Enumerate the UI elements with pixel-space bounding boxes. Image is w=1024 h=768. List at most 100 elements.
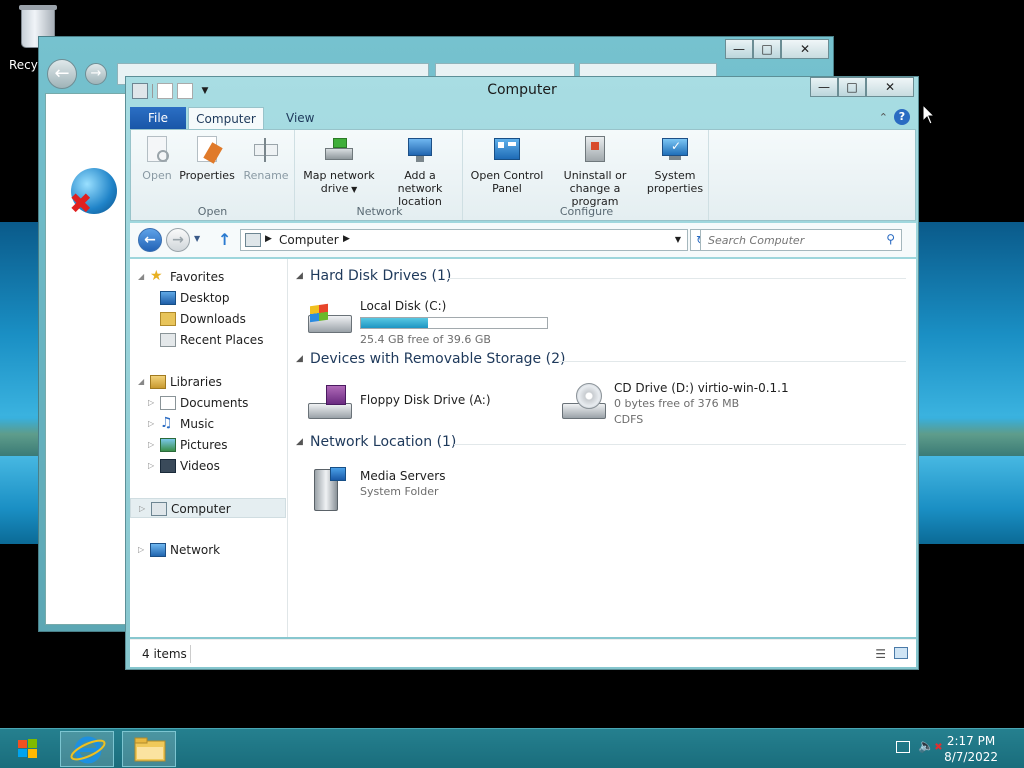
start-button[interactable] [4, 731, 52, 767]
drive-name: CD Drive (D:) virtio-win-0.1.1 [614, 381, 789, 395]
nav-item-downloads[interactable]: Downloads [130, 309, 286, 329]
nav-item-network[interactable]: ▷ Network [130, 540, 286, 560]
collapse-group-icon[interactable]: ◢ [296, 354, 303, 364]
nav-item-computer[interactable]: ▷ Computer [130, 498, 286, 518]
nav-item-music[interactable]: ▷ ♫ Music [130, 414, 286, 434]
drive-local-disk-c[interactable]: Local Disk (C:) 25.4 GB free of 39.6 GB [306, 297, 566, 357]
ribbon-group-network: Map network drive ▼ Add a network locati… [297, 130, 463, 220]
system-properties-button[interactable]: ✓ System properties [645, 134, 705, 195]
drive-free-space: 25.4 GB free of 39.6 GB [360, 333, 491, 346]
up-arrow-icon[interactable]: ↑ [218, 230, 231, 249]
nav-item-pictures[interactable]: ▷ Pictures [130, 435, 286, 455]
rename-button[interactable]: Rename [243, 134, 289, 182]
forward-button[interactable]: → [166, 228, 190, 252]
nav-item-videos[interactable]: ▷ Videos [130, 456, 286, 476]
system-clock[interactable]: 2:17 PM 8/7/2022 [944, 733, 998, 765]
disk-usage-fill [361, 318, 428, 328]
breadcrumb-separator-icon[interactable]: ▶ [265, 234, 272, 244]
mouse-cursor-icon [922, 104, 936, 125]
map-network-drive-button[interactable]: Map network drive ▼ [303, 134, 375, 196]
search-icon[interactable]: ⚲ [886, 232, 895, 246]
file-explorer-icon [134, 737, 166, 762]
collapse-group-icon[interactable]: ◢ [296, 437, 303, 447]
details-view-icon[interactable]: ☰ [875, 647, 886, 661]
help-icon[interactable]: ? [894, 109, 910, 125]
taskbar-internet-explorer[interactable] [60, 731, 114, 767]
ribbon-group-label-configure: Configure [559, 205, 614, 218]
collapse-group-icon[interactable]: ◢ [296, 271, 303, 281]
folder-type: System Folder [360, 485, 439, 498]
properties-icon [191, 134, 223, 166]
large-icons-view-icon[interactable] [894, 647, 908, 659]
ribbon: Open Properties Rename Open Map network … [130, 129, 916, 221]
group-header-hard-disk-drives[interactable]: ◢ Hard Disk Drives (1) [288, 267, 906, 289]
network-drive-icon [323, 134, 355, 166]
ribbon-controls: ⌃ ? [879, 109, 910, 125]
videos-icon [160, 459, 176, 473]
tab-view[interactable]: View [274, 107, 326, 129]
collapse-arrow-icon[interactable]: ▷ [148, 456, 158, 476]
minimize-button[interactable]: — [810, 77, 838, 97]
drive-floppy-a[interactable]: Floppy Disk Drive (A:) [306, 379, 546, 439]
network-status-icon[interactable] [896, 741, 910, 753]
back-button[interactable]: ← [138, 228, 162, 252]
taskbar: 🔈✖ 2:17 PM 8/7/2022 [0, 728, 1024, 768]
breadcrumb-chevron-icon[interactable]: ▶ [343, 234, 350, 244]
maximize-button[interactable]: □ [838, 77, 866, 97]
folder-name: Media Servers [360, 469, 446, 483]
recent-locations-dropdown-icon[interactable]: ▼ [194, 234, 200, 243]
back-arrow-icon[interactable]: ← [47, 59, 77, 89]
breadcrumb-computer[interactable]: Computer [279, 233, 339, 247]
address-dropdown-icon[interactable]: ▼ [675, 235, 681, 244]
collapse-arrow-icon[interactable]: ▷ [148, 435, 158, 455]
search-input[interactable] [701, 230, 871, 250]
search-box[interactable]: ⚲ [700, 229, 902, 251]
nav-item-libraries[interactable]: ◢ Libraries [130, 372, 286, 392]
collapse-arrow-icon[interactable]: ▷ [148, 393, 158, 413]
clock-time: 2:17 PM [946, 734, 996, 748]
control-panel-icon [491, 134, 523, 166]
uninstall-program-button[interactable]: Uninstall or change a program [547, 134, 643, 208]
system-monitor-icon: ✓ [659, 134, 691, 166]
cd-drive-icon [560, 383, 608, 423]
media-servers-folder[interactable]: Media Servers System Folder [306, 463, 506, 523]
collapse-arrow-icon[interactable]: ▷ [139, 499, 149, 519]
expand-arrow-icon[interactable]: ◢ [138, 267, 148, 287]
background-window-caption-buttons: — □ ✕ [725, 39, 829, 59]
group-header-network-location[interactable]: ◢ Network Location (1) [288, 433, 906, 455]
close-button[interactable]: ✕ [781, 39, 829, 59]
properties-button[interactable]: Properties [179, 134, 235, 182]
expand-arrow-icon[interactable]: ◢ [138, 372, 148, 392]
nav-item-documents[interactable]: ▷ Documents [130, 393, 286, 413]
address-bar[interactable]: ▶ Computer ▶ ▼ [240, 229, 688, 251]
taskbar-file-explorer[interactable] [122, 731, 176, 767]
status-bar: 4 items ☰ [130, 639, 916, 667]
programs-icon [579, 134, 611, 166]
nav-item-recent-places[interactable]: Recent Places [130, 330, 286, 350]
chevron-up-icon[interactable]: ⌃ [879, 111, 888, 124]
tab-file[interactable]: File [130, 107, 186, 129]
add-network-location-button[interactable]: Add a network location [381, 134, 459, 208]
ribbon-tab-bar: File Computer View ⌃ ? [130, 107, 916, 129]
drive-cd-d[interactable]: CD Drive (D:) virtio-win-0.1.1 0 bytes f… [560, 379, 820, 439]
close-button[interactable]: ✕ [866, 77, 914, 97]
hard-drive-icon [306, 301, 354, 341]
group-header-removable-storage[interactable]: ◢ Devices with Removable Storage (2) [288, 350, 906, 372]
collapse-arrow-icon[interactable]: ▷ [138, 540, 148, 560]
forward-arrow-icon[interactable]: → [85, 63, 107, 85]
ribbon-group-configure: Open Control Panel Uninstall or change a… [465, 130, 709, 220]
collapse-arrow-icon[interactable]: ▷ [148, 414, 158, 434]
drive-name: Floppy Disk Drive (A:) [360, 393, 491, 407]
minimize-button[interactable]: — [725, 39, 753, 59]
maximize-button[interactable]: □ [753, 39, 781, 59]
volume-muted-icon[interactable]: 🔈✖ [918, 739, 943, 754]
drive-free-space: 0 bytes free of 376 MB [614, 397, 740, 410]
caption-buttons: — □ ✕ [810, 77, 914, 97]
tab-computer[interactable]: Computer [188, 107, 264, 129]
explorer-window[interactable]: ▼ Computer — □ ✕ File Computer View ⌃ ? … [125, 76, 919, 670]
nav-item-desktop[interactable]: Desktop [130, 288, 286, 308]
nav-item-favorites[interactable]: ◢ ★ Favorites [130, 267, 286, 287]
open-control-panel-button[interactable]: Open Control Panel [469, 134, 545, 195]
open-button[interactable]: Open [137, 134, 177, 182]
title-bar[interactable]: ▼ Computer — □ ✕ [126, 77, 918, 105]
